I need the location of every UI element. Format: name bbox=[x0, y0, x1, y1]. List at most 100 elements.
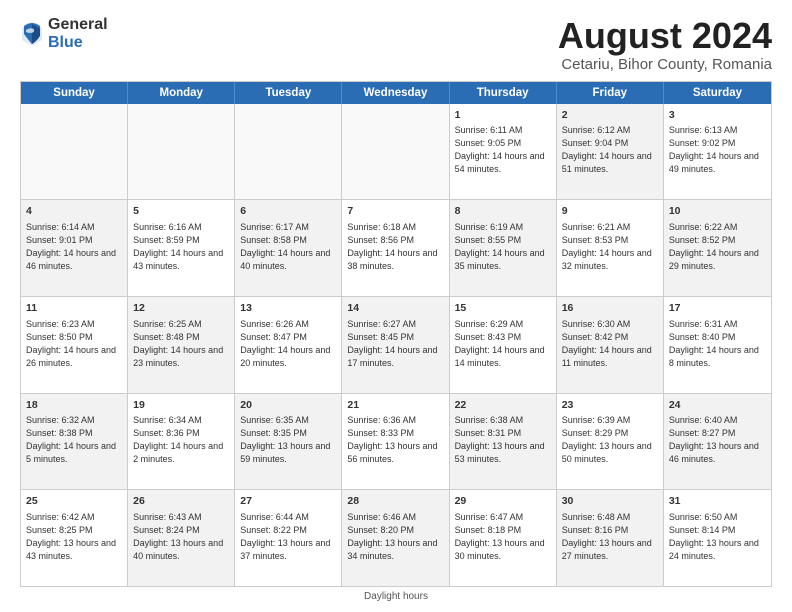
header-day-tuesday: Tuesday bbox=[235, 82, 342, 104]
cal-cell-empty-0-1 bbox=[128, 104, 235, 200]
cell-info: Sunrise: 6:39 AM Sunset: 8:29 PM Dayligh… bbox=[562, 414, 658, 466]
day-number: 27 bbox=[240, 494, 336, 509]
day-number: 22 bbox=[455, 398, 551, 413]
cal-cell-13: 13Sunrise: 6:26 AM Sunset: 8:47 PM Dayli… bbox=[235, 297, 342, 393]
cal-cell-12: 12 Sunrise: 6:25 AM Sunset: 8:48 PM Dayli… bbox=[128, 297, 235, 393]
cell-info: Sunrise: 6:46 AM Sunset: 8:20 PM Dayligh… bbox=[347, 511, 443, 563]
day-number: 17 bbox=[669, 301, 766, 316]
cell-info: Sunrise: 6:14 AM Sunset: 9:01 PM Dayligh… bbox=[26, 221, 122, 273]
day-number: 19 bbox=[133, 398, 229, 413]
cal-cell-10: 10 Sunrise: 6:22 AM Sunset: 8:52 PM Dayli… bbox=[664, 200, 771, 296]
day-number: 30 bbox=[562, 494, 658, 509]
cal-cell-28: 28 Sunrise: 6:46 AM Sunset: 8:20 PM Dayli… bbox=[342, 490, 449, 586]
cell-info: Sunrise: 6:43 AM Sunset: 8:24 PM Dayligh… bbox=[133, 511, 229, 563]
day-number: 7 bbox=[347, 204, 443, 219]
cell-info: Sunrise: 6:31 AM Sunset: 8:40 PM Dayligh… bbox=[669, 318, 766, 370]
cell-info: Sunrise: 6:11 AM Sunset: 9:05 PM Dayligh… bbox=[455, 124, 551, 176]
title-month: August 2024 bbox=[558, 16, 772, 56]
calendar-body: 1Sunrise: 6:11 AM Sunset: 9:05 PM Daylig… bbox=[21, 104, 771, 586]
cal-cell-9: 9Sunrise: 6:21 AM Sunset: 8:53 PM Daylig… bbox=[557, 200, 664, 296]
cal-cell-22: 22Sunrise: 6:38 AM Sunset: 8:31 PM Dayli… bbox=[450, 394, 557, 490]
cell-info: Sunrise: 6:25 AM Sunset: 8:48 PM Dayligh… bbox=[133, 318, 229, 370]
cal-cell-14: 14Sunrise: 6:27 AM Sunset: 8:45 PM Dayli… bbox=[342, 297, 449, 393]
cal-cell-20: 20Sunrise: 6:35 AM Sunset: 8:35 PM Dayli… bbox=[235, 394, 342, 490]
cell-info: Sunrise: 6:32 AM Sunset: 8:38 PM Dayligh… bbox=[26, 414, 122, 466]
cell-info: Sunrise: 6:18 AM Sunset: 8:56 PM Dayligh… bbox=[347, 221, 443, 273]
cal-cell-11: 11 Sunrise: 6:23 AM Sunset: 8:50 PM Dayli… bbox=[21, 297, 128, 393]
day-number: 10 bbox=[669, 204, 766, 219]
page: General Blue August 2024 Cetariu, Bihor … bbox=[0, 0, 792, 612]
day-number: 26 bbox=[133, 494, 229, 509]
title-block: August 2024 Cetariu, Bihor County, Roman… bbox=[558, 16, 772, 73]
cal-cell-19: 19Sunrise: 6:34 AM Sunset: 8:36 PM Dayli… bbox=[128, 394, 235, 490]
day-number: 31 bbox=[669, 494, 766, 509]
cell-info: Sunrise: 6:16 AM Sunset: 8:59 PM Dayligh… bbox=[133, 221, 229, 273]
cal-cell-2: 2Sunrise: 6:12 AM Sunset: 9:04 PM Daylig… bbox=[557, 104, 664, 200]
cal-row-3: 18Sunrise: 6:32 AM Sunset: 8:38 PM Dayli… bbox=[21, 394, 771, 491]
header-day-saturday: Saturday bbox=[664, 82, 771, 104]
day-number: 14 bbox=[347, 301, 443, 316]
day-number: 16 bbox=[562, 301, 658, 316]
cell-info: Sunrise: 6:50 AM Sunset: 8:14 PM Dayligh… bbox=[669, 511, 766, 563]
cal-cell-18: 18Sunrise: 6:32 AM Sunset: 8:38 PM Dayli… bbox=[21, 394, 128, 490]
calendar-header: SundayMondayTuesdayWednesdayThursdayFrid… bbox=[21, 82, 771, 104]
cell-info: Sunrise: 6:34 AM Sunset: 8:36 PM Dayligh… bbox=[133, 414, 229, 466]
footer-note: Daylight hours bbox=[20, 591, 772, 602]
cell-info: Sunrise: 6:48 AM Sunset: 8:16 PM Dayligh… bbox=[562, 511, 658, 563]
cal-cell-empty-0-3 bbox=[342, 104, 449, 200]
header-day-thursday: Thursday bbox=[450, 82, 557, 104]
day-number: 20 bbox=[240, 398, 336, 413]
cal-cell-15: 15Sunrise: 6:29 AM Sunset: 8:43 PM Dayli… bbox=[450, 297, 557, 393]
cal-row-2: 11 Sunrise: 6:23 AM Sunset: 8:50 PM Dayli… bbox=[21, 297, 771, 394]
day-number: 8 bbox=[455, 204, 551, 219]
cell-info: Sunrise: 6:36 AM Sunset: 8:33 PM Dayligh… bbox=[347, 414, 443, 466]
cell-info: Sunrise: 6:19 AM Sunset: 8:55 PM Dayligh… bbox=[455, 221, 551, 273]
day-number: 28 bbox=[347, 494, 443, 509]
day-number: 23 bbox=[562, 398, 658, 413]
day-number: 2 bbox=[562, 108, 658, 123]
day-number: 6 bbox=[240, 204, 336, 219]
logo-general: General bbox=[48, 16, 108, 34]
logo-text: General Blue bbox=[48, 16, 108, 51]
cal-cell-27: 27 Sunrise: 6:44 AM Sunset: 8:22 PM Dayli… bbox=[235, 490, 342, 586]
day-number: 1 bbox=[455, 108, 551, 123]
cell-info: Sunrise: 6:23 AM Sunset: 8:50 PM Dayligh… bbox=[26, 318, 122, 370]
cell-info: Sunrise: 6:12 AM Sunset: 9:04 PM Dayligh… bbox=[562, 124, 658, 176]
day-number: 12 bbox=[133, 301, 229, 316]
cal-cell-empty-0-0 bbox=[21, 104, 128, 200]
day-number: 11 bbox=[26, 301, 122, 316]
cal-cell-25: 25Sunrise: 6:42 AM Sunset: 8:25 PM Dayli… bbox=[21, 490, 128, 586]
day-number: 13 bbox=[240, 301, 336, 316]
title-location: Cetariu, Bihor County, Romania bbox=[558, 56, 772, 73]
day-number: 21 bbox=[347, 398, 443, 413]
cell-info: Sunrise: 6:35 AM Sunset: 8:35 PM Dayligh… bbox=[240, 414, 336, 466]
cal-row-1: 4 Sunrise: 6:14 AM Sunset: 9:01 PM Daylig… bbox=[21, 200, 771, 297]
cal-cell-26: 26 Sunrise: 6:43 AM Sunset: 8:24 PM Dayli… bbox=[128, 490, 235, 586]
cell-info: Sunrise: 6:44 AM Sunset: 8:22 PM Dayligh… bbox=[240, 511, 336, 563]
header-day-friday: Friday bbox=[557, 82, 664, 104]
cell-info: Sunrise: 6:22 AM Sunset: 8:52 PM Dayligh… bbox=[669, 221, 766, 273]
cell-info: Sunrise: 6:42 AM Sunset: 8:25 PM Dayligh… bbox=[26, 511, 122, 563]
cal-row-4: 25Sunrise: 6:42 AM Sunset: 8:25 PM Dayli… bbox=[21, 490, 771, 586]
logo: General Blue bbox=[20, 16, 108, 51]
day-number: 4 bbox=[26, 204, 122, 219]
day-number: 18 bbox=[26, 398, 122, 413]
cell-info: Sunrise: 6:29 AM Sunset: 8:43 PM Dayligh… bbox=[455, 318, 551, 370]
cal-cell-21: 21Sunrise: 6:36 AM Sunset: 8:33 PM Dayli… bbox=[342, 394, 449, 490]
header-day-wednesday: Wednesday bbox=[342, 82, 449, 104]
cal-cell-1: 1Sunrise: 6:11 AM Sunset: 9:05 PM Daylig… bbox=[450, 104, 557, 200]
cal-cell-31: 31 Sunrise: 6:50 AM Sunset: 8:14 PM Dayli… bbox=[664, 490, 771, 586]
cal-cell-7: 7 Sunrise: 6:18 AM Sunset: 8:56 PM Daylig… bbox=[342, 200, 449, 296]
cal-cell-23: 23Sunrise: 6:39 AM Sunset: 8:29 PM Dayli… bbox=[557, 394, 664, 490]
calendar: SundayMondayTuesdayWednesdayThursdayFrid… bbox=[20, 81, 772, 587]
cal-row-0: 1Sunrise: 6:11 AM Sunset: 9:05 PM Daylig… bbox=[21, 104, 771, 201]
cal-cell-3: 3Sunrise: 6:13 AM Sunset: 9:02 PM Daylig… bbox=[664, 104, 771, 200]
cal-cell-17: 17 Sunrise: 6:31 AM Sunset: 8:40 PM Dayli… bbox=[664, 297, 771, 393]
day-number: 5 bbox=[133, 204, 229, 219]
cell-info: Sunrise: 6:13 AM Sunset: 9:02 PM Dayligh… bbox=[669, 124, 766, 176]
cal-cell-29: 29Sunrise: 6:47 AM Sunset: 8:18 PM Dayli… bbox=[450, 490, 557, 586]
cal-cell-16: 16Sunrise: 6:30 AM Sunset: 8:42 PM Dayli… bbox=[557, 297, 664, 393]
cell-info: Sunrise: 6:21 AM Sunset: 8:53 PM Dayligh… bbox=[562, 221, 658, 273]
header-day-sunday: Sunday bbox=[21, 82, 128, 104]
header-day-monday: Monday bbox=[128, 82, 235, 104]
